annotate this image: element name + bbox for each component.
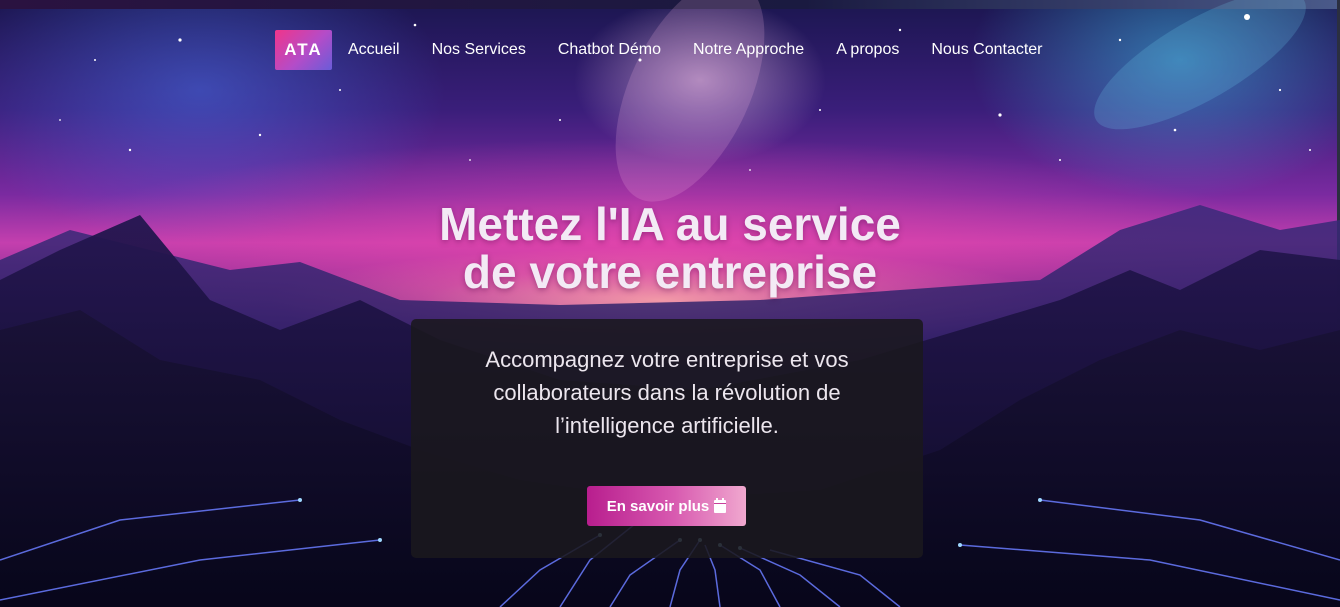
calendar-icon [714,497,727,513]
hero-subtitle: Accompagnez votre entreprise et vos coll… [411,343,923,442]
learn-more-label: En savoir plus [606,497,710,515]
nav-link-chatbot-demo[interactable]: Chatbot Démo [558,41,661,59]
hero-title: Mettez l'IA au service de votre entrepri… [0,200,1340,296]
nav-link-services[interactable]: Nos Services [432,41,526,59]
hero-subtitle-line-1: Accompagnez votre entreprise et vos [485,347,849,372]
learn-more-button[interactable]: En savoir plus [587,486,746,526]
nav-link-a-propos[interactable]: A propos [836,41,899,59]
nav-link-approche[interactable]: Notre Approche [693,41,804,59]
hero-title-line-1: Mettez l'IA au service [439,198,901,250]
nav-link-accueil[interactable]: Accueil [348,41,400,59]
logo[interactable]: ATA [275,30,332,70]
hero-subtitle-line-2: collaborateurs dans la révolution de [493,380,841,405]
nav-link-contact[interactable]: Nous Contacter [931,41,1042,59]
hero-background: ATA Accueil Nos Services Chatbot Démo No… [0,0,1340,607]
main-navigation: ATA Accueil Nos Services Chatbot Démo No… [275,30,1059,70]
hero-title-line-2: de votre entreprise [462,246,878,298]
hero-subtitle-line-3: l’intelligence artificielle. [555,413,779,438]
hero-card: Accompagnez votre entreprise et vos coll… [411,319,923,558]
